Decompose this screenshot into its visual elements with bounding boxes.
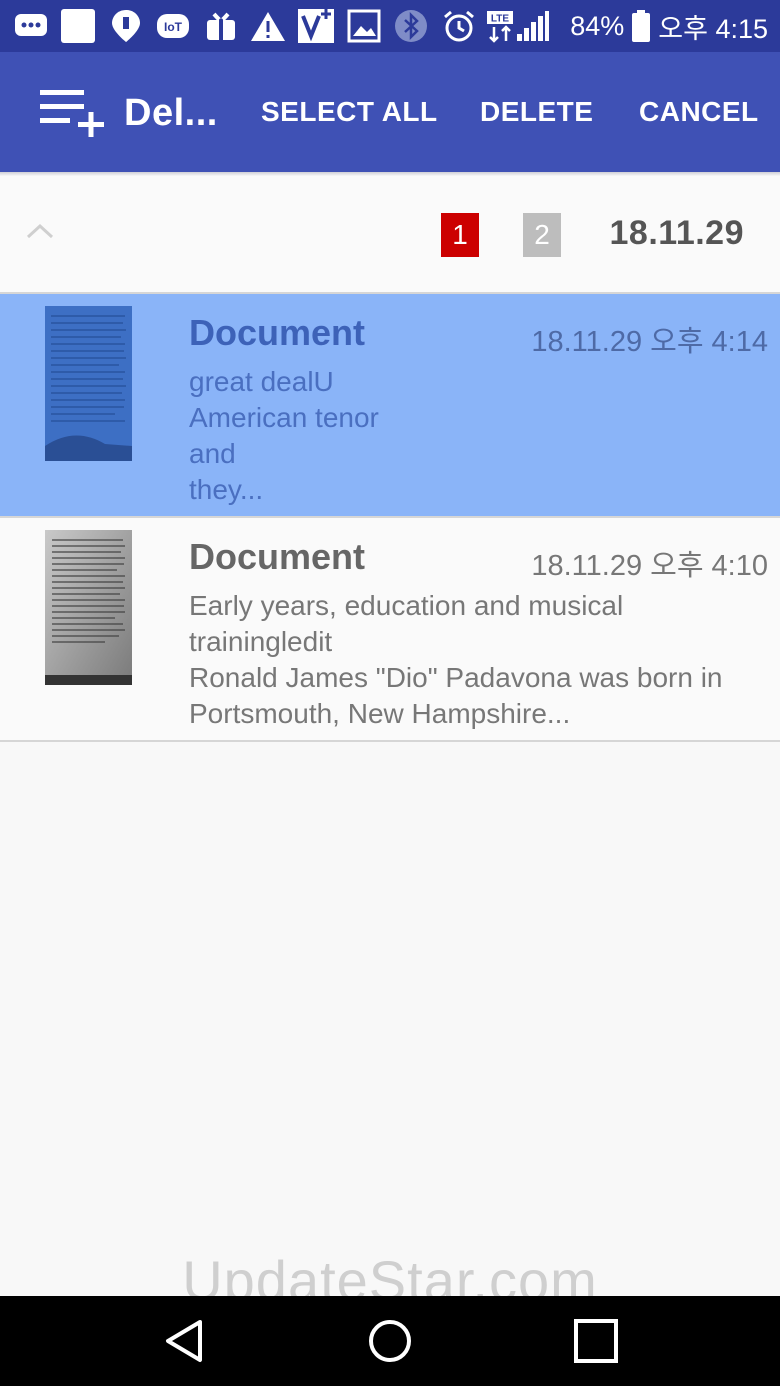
- document-title: Document: [189, 312, 366, 353]
- location-shield-icon: [110, 10, 142, 42]
- preview-line: Early years, education and musical: [189, 590, 624, 621]
- cancel-button[interactable]: CANCEL: [639, 96, 759, 128]
- signal-icon: [516, 10, 550, 42]
- document-preview: great dealU American tenor and they...: [189, 364, 769, 508]
- bluetooth-icon: [394, 10, 428, 42]
- gift-icon: [204, 10, 238, 42]
- page-badge-2[interactable]: 2: [523, 213, 561, 257]
- document-title: Document: [189, 536, 366, 577]
- iot-icon: IoT: [156, 10, 190, 42]
- playlist-add-icon[interactable]: [38, 88, 108, 138]
- app-bar: Del... SELECT ALL DELETE CANCEL: [0, 52, 780, 172]
- status-right: 84% 오후 4:15: [570, 0, 768, 52]
- recents-icon[interactable]: [571, 1316, 621, 1366]
- preview-line: Portsmouth, New Hampshire...: [189, 698, 571, 729]
- document-thumbnail-icon: [45, 306, 132, 461]
- svg-text:IoT: IoT: [164, 20, 183, 34]
- group-date: 18.11.29: [609, 214, 744, 252]
- warning-icon: [250, 10, 286, 42]
- alarm-icon: [442, 10, 476, 42]
- home-icon[interactable]: [365, 1316, 415, 1366]
- svg-text:LTE: LTE: [491, 14, 509, 25]
- group-header[interactable]: 1 2 18.11.29: [0, 176, 780, 294]
- lte-icon: LTE: [486, 10, 516, 43]
- battery-percent: 84%: [570, 10, 625, 41]
- preview-line: trainingledit: [189, 626, 333, 657]
- chevron-up-icon[interactable]: [26, 222, 54, 245]
- document-row[interactable]: Document 18.11.29 오후 4:14 great dealU Am…: [0, 294, 780, 518]
- document-time: 18.11.29 오후 4:14: [531, 326, 768, 358]
- document-preview: Early years, education and musical train…: [189, 588, 769, 732]
- vpn-icon: [297, 9, 335, 43]
- battery-icon: [632, 10, 651, 42]
- preview-line: Ronald James "Dio" Padavona was born in: [189, 662, 723, 693]
- preview-line: American tenor: [189, 402, 379, 433]
- chat-icon: [14, 10, 48, 42]
- document-row[interactable]: Document 18.11.29 오후 4:10 Early years, e…: [0, 518, 780, 742]
- image-icon: [347, 9, 381, 43]
- preview-line: they...: [189, 474, 264, 505]
- preview-line: and: [189, 438, 236, 469]
- delete-button[interactable]: DELETE: [480, 96, 593, 128]
- document-thumbnail-icon: [45, 530, 132, 685]
- back-icon[interactable]: [160, 1316, 210, 1366]
- document-time: 18.11.29 오후 4:10: [531, 550, 768, 582]
- page-title: Del...: [124, 92, 218, 134]
- status-bar: IoT LTE 84% 오후 4:15: [0, 0, 780, 52]
- page-badge-1[interactable]: 1: [441, 213, 479, 257]
- preview-line: great dealU: [189, 366, 334, 397]
- select-all-button[interactable]: SELECT ALL: [261, 96, 438, 128]
- clock: 오후 4:15: [658, 13, 768, 44]
- square-icon: [60, 9, 96, 43]
- nav-bar: [0, 1296, 780, 1386]
